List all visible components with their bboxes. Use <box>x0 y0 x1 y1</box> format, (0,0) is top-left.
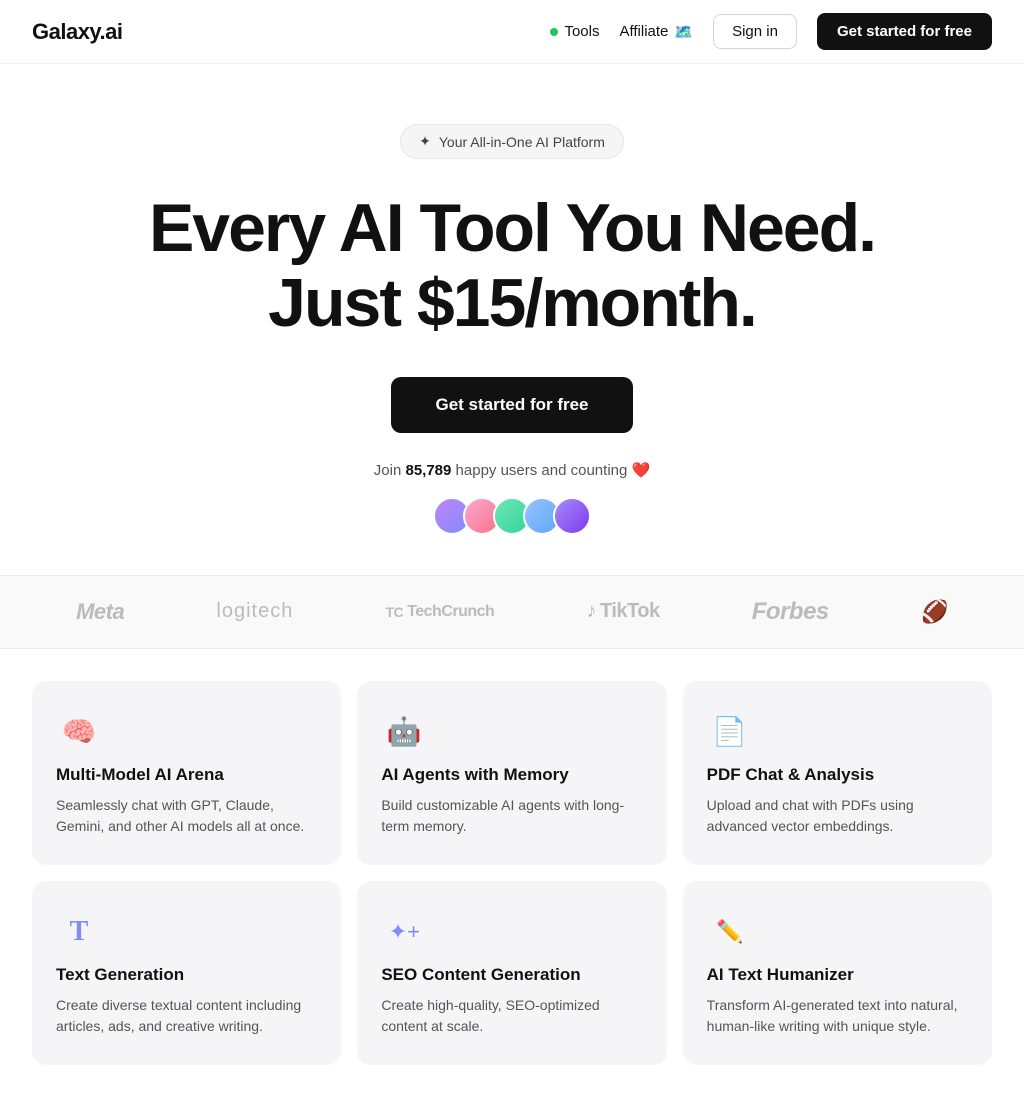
tiktok-icon: ♪ <box>586 600 596 623</box>
hero-title-line1: Every AI Tool You Need. <box>149 190 875 266</box>
feature-card: ✏️ AI Text Humanizer Transform AI-genera… <box>683 881 992 1065</box>
hero-social-proof: Join 85,789 happy users and counting ❤️ <box>374 461 650 479</box>
card-title: SEO Content Generation <box>381 965 642 985</box>
avatar-group <box>433 497 591 535</box>
card-icon: 🤖 <box>381 709 427 755</box>
hero-title: Every AI Tool You Need. Just $15/month. <box>149 191 875 341</box>
tools-nav-item[interactable]: Tools <box>550 23 599 40</box>
tc-icon: TC <box>385 604 403 620</box>
card-title: Multi-Model AI Arena <box>56 765 317 785</box>
hero-badge: ✦ Your All-in-One AI Platform <box>400 124 624 159</box>
logo[interactable]: Galaxy.ai <box>32 19 123 45</box>
card-desc: Build customizable AI agents with long-t… <box>381 795 642 837</box>
card-icon: ✏️ <box>707 909 753 955</box>
social-count: 85,789 <box>405 462 451 479</box>
avatar <box>553 497 591 535</box>
affiliate-emoji: 🗺️ <box>674 23 693 41</box>
card-desc: Create high-quality, SEO-optimized conte… <box>381 995 642 1037</box>
card-icon: 🧠 <box>56 709 102 755</box>
badge-icon: ✦ <box>419 133 431 150</box>
features-grid: 🧠 Multi-Model AI Arena Seamlessly chat w… <box>0 649 1024 1097</box>
card-title: AI Agents with Memory <box>381 765 642 785</box>
signin-button[interactable]: Sign in <box>713 14 797 49</box>
card-desc: Create diverse textual content including… <box>56 995 317 1037</box>
affiliate-nav-item[interactable]: Affiliate 🗺️ <box>619 23 693 41</box>
feature-card: ✦+ SEO Content Generation Create high-qu… <box>357 881 666 1065</box>
social-pre: Join <box>374 462 406 479</box>
logos-bar: Meta logitech TC TechCrunch ♪ TikTok For… <box>0 575 1024 649</box>
hero-section: ✦ Your All-in-One AI Platform Every AI T… <box>0 64 1024 575</box>
tools-label: Tools <box>564 23 599 40</box>
feature-card: 🤖 AI Agents with Memory Build customizab… <box>357 681 666 865</box>
affiliate-label: Affiliate <box>619 23 668 40</box>
nav-right: Tools Affiliate 🗺️ Sign in Get started f… <box>550 13 992 50</box>
card-desc: Transform AI-generated text into natural… <box>707 995 968 1037</box>
hero-title-line2: Just $15/month. <box>268 265 756 341</box>
logo-techcrunch: TC TechCrunch <box>385 603 494 621</box>
card-title: Text Generation <box>56 965 317 985</box>
navbar: Galaxy.ai Tools Affiliate 🗺️ Sign in Get… <box>0 0 1024 64</box>
nav-cta-button[interactable]: Get started for free <box>817 13 992 50</box>
logo-nfl: 🏈 <box>921 599 948 625</box>
logo-tiktok: ♪ TikTok <box>586 600 659 623</box>
card-title: PDF Chat & Analysis <box>707 765 968 785</box>
logo-forbes: Forbes <box>752 598 829 626</box>
logo-meta: Meta <box>76 599 124 625</box>
card-icon: T <box>56 909 102 955</box>
card-icon: ✦+ <box>381 909 427 955</box>
card-icon: 📄 <box>707 709 753 755</box>
feature-card: 🧠 Multi-Model AI Arena Seamlessly chat w… <box>32 681 341 865</box>
hero-cta-button[interactable]: Get started for free <box>391 377 632 433</box>
feature-card: T Text Generation Create diverse textual… <box>32 881 341 1065</box>
logo-logitech: logitech <box>216 600 293 623</box>
card-desc: Upload and chat with PDFs using advanced… <box>707 795 968 837</box>
social-post: happy users and counting ❤️ <box>451 462 650 479</box>
card-title: AI Text Humanizer <box>707 965 968 985</box>
badge-text: Your All-in-One AI Platform <box>439 134 605 150</box>
feature-card: 📄 PDF Chat & Analysis Upload and chat wi… <box>683 681 992 865</box>
tools-status-dot <box>550 28 558 36</box>
card-desc: Seamlessly chat with GPT, Claude, Gemini… <box>56 795 317 837</box>
